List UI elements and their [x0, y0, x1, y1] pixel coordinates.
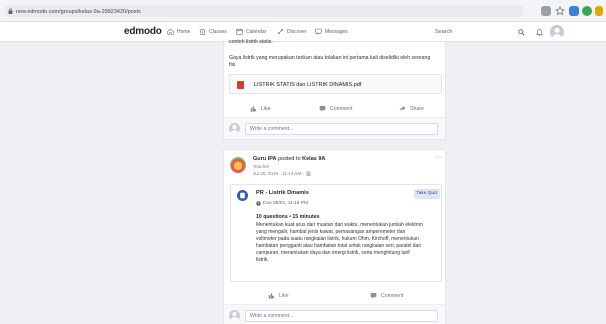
thumbs-up-icon	[250, 105, 257, 112]
description-line: hambatan pengganti atau hambatan total u…	[256, 242, 422, 249]
clock-icon	[256, 201, 261, 206]
share-button[interactable]: Share	[399, 105, 424, 112]
post-text-line2: fisi	[229, 62, 236, 68]
pdf-file-icon	[237, 81, 244, 89]
nav-classes-label: Classes	[209, 28, 227, 35]
extension-flag-icon[interactable]	[595, 6, 603, 16]
description-line: Menentukan kuat arus dari muatan dan wak…	[256, 222, 424, 228]
url-text: new.edmodo.com/groups/kelas-9a-29823420/…	[16, 9, 141, 15]
nav-messages[interactable]: Messages	[315, 28, 348, 35]
comment-button[interactable]: Comment	[319, 105, 353, 112]
nav-calendar[interactable]: Calendar	[236, 28, 266, 35]
calendar-icon	[236, 28, 243, 35]
description-line: yang mengalir, hambat jenis kawat, pemas…	[256, 228, 406, 235]
assignment-title[interactable]: PR - Listrik Dinamis	[256, 190, 309, 196]
app-header: edmodo Home Classes Calendar Discover Me…	[0, 22, 606, 42]
due-date: Due 08/01, 11:15 PM	[256, 201, 308, 206]
user-silhouette-icon	[230, 125, 239, 134]
key-icon[interactable]	[541, 6, 551, 16]
comment-row: Write a comment...	[224, 304, 445, 324]
more-options-icon[interactable]: ···	[435, 154, 442, 161]
star-icon[interactable]	[555, 6, 565, 16]
messages-icon	[315, 28, 322, 35]
user-silhouette-icon	[230, 312, 239, 321]
attachment-card[interactable]: LISTRIK STATIS dan LISTRIK DINAMIS.pdf	[229, 74, 442, 94]
comment-row: Write a comment...	[224, 117, 445, 139]
post-text-line1: Gaya listrik yang merupakan tarikan atau…	[229, 55, 431, 61]
share-label: Share	[410, 105, 424, 112]
post-card-listrik: contoh listrik statis. Gaya listrik yang…	[223, 39, 446, 140]
nav-classes[interactable]: Classes	[199, 28, 227, 35]
quiz-document-icon	[240, 192, 245, 199]
posted-to-text: posted to	[277, 156, 301, 162]
nav-calendar-label: Calendar	[246, 28, 267, 35]
poster-avatar[interactable]	[230, 157, 246, 173]
post-meta: Jul 25, 2019 · 11:14 AM ·	[253, 171, 311, 176]
commenter-avatar	[229, 310, 240, 321]
extension-green-icon[interactable]	[582, 6, 592, 16]
description-line: campuran, menentukan daya dan energi lis…	[256, 249, 410, 256]
quiz-icon	[237, 190, 248, 201]
lock-icon	[8, 8, 13, 14]
commenter-avatar	[229, 123, 240, 134]
like-label: Like	[261, 105, 271, 112]
discover-icon	[278, 29, 283, 34]
comment-label: Comment	[330, 105, 353, 112]
share-icon	[399, 106, 406, 111]
thumbs-up-icon	[268, 292, 275, 299]
attachment-filename[interactable]: LISTRIK STATIS dan LISTRIK DINAMIS.pdf	[254, 82, 361, 88]
nav-messages-label: Messages	[325, 28, 348, 35]
nav-discover[interactable]: Discover	[277, 28, 306, 35]
comment-label: Comment	[381, 292, 404, 299]
description-line: voltmeter pada suatu rangkaian listrik, …	[256, 235, 419, 242]
comment-input[interactable]: Write a comment...	[245, 123, 438, 135]
assignment-description: Menentukan kuat arus dari muatan dan wak…	[256, 222, 442, 263]
browser-toolbar: new.edmodo.com/groups/kelas-9a-29823420/…	[0, 0, 606, 22]
take-quiz-button[interactable]: Take Quiz	[414, 189, 440, 199]
like-button[interactable]: Like	[250, 105, 271, 112]
address-bar[interactable]: new.edmodo.com/groups/kelas-9a-29823420/…	[4, 5, 524, 17]
like-button[interactable]: Like	[268, 292, 289, 299]
nav-home[interactable]: Home	[167, 28, 190, 35]
like-label: Like	[279, 292, 289, 299]
nav-discover-label: Discover	[287, 28, 307, 35]
description-line: listrik.	[256, 256, 269, 263]
user-avatar[interactable]	[550, 25, 564, 39]
nav-home-label: Home	[177, 28, 191, 35]
notification-bell-icon[interactable]	[536, 28, 543, 36]
post-timestamp: Jul 25, 2019 · 11:14 AM ·	[253, 171, 304, 176]
comment-input[interactable]: Write a comment...	[245, 310, 438, 322]
poster-name[interactable]: Guru IPA	[253, 156, 276, 162]
edmodo-logo[interactable]: edmodo	[124, 26, 162, 37]
home-icon	[167, 28, 174, 35]
quiz-summary: 10 questions • 15 minutes	[256, 214, 320, 220]
group-name[interactable]: Kelas 9A	[302, 156, 325, 162]
post-header: Guru IPA posted to Kelas 9A	[253, 156, 325, 162]
classes-icon	[199, 28, 206, 35]
comment-icon	[319, 106, 326, 112]
search-icon[interactable]	[518, 29, 525, 36]
user-silhouette-icon	[552, 27, 562, 39]
extension-icon[interactable]	[569, 6, 579, 16]
due-date-text: Due 08/01, 11:15 PM	[263, 201, 308, 206]
search-input[interactable]: Search	[435, 26, 530, 38]
audience-icon	[306, 171, 311, 176]
post-card-assignment: Guru IPA posted to Kelas 9A Teacher Jul …	[223, 149, 446, 324]
post-text-top: contoh listrik statis.	[229, 39, 273, 45]
comment-icon	[370, 293, 377, 299]
comment-button[interactable]: Comment	[370, 292, 404, 299]
poster-role: Teacher	[253, 164, 270, 169]
assignment-card[interactable]: PR - Listrik Dinamis Take Quiz Due 08/01…	[230, 184, 442, 282]
